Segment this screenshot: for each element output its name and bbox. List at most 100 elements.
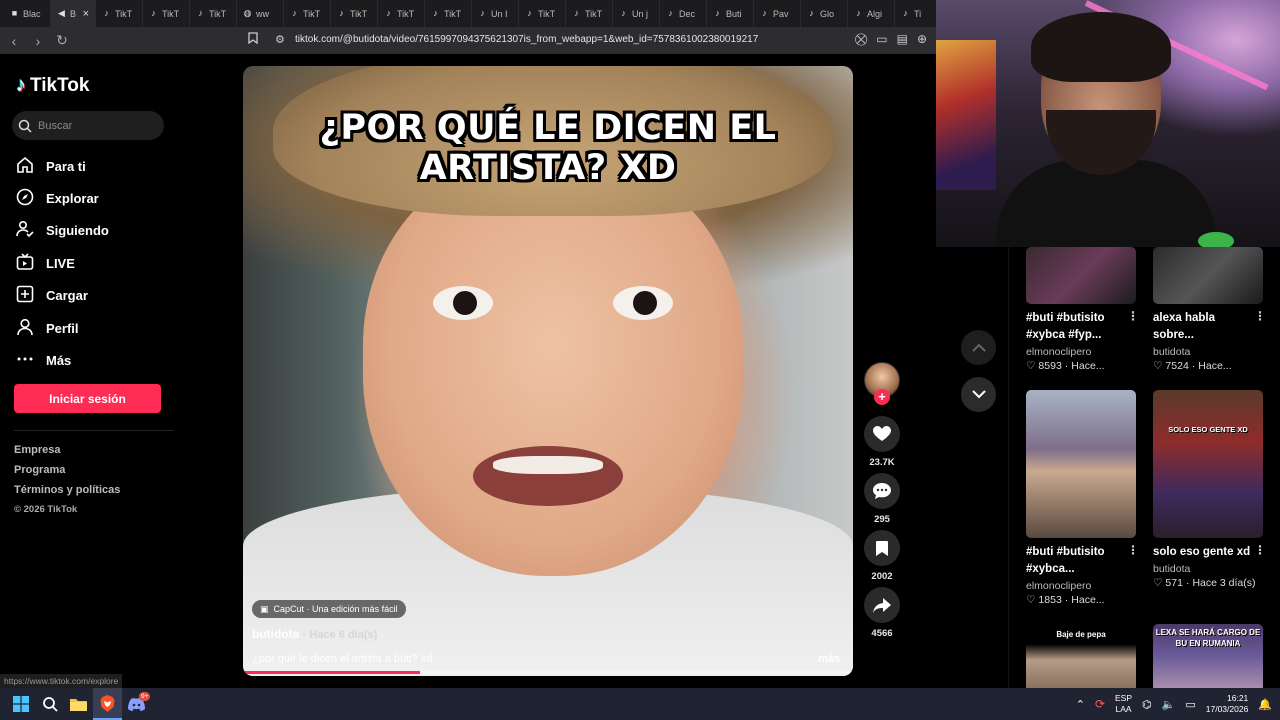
- forward-icon[interactable]: ›: [28, 33, 48, 49]
- site-info-icon[interactable]: ⚙: [275, 33, 285, 46]
- discord-icon[interactable]: 9+: [122, 688, 151, 720]
- rec-title-3[interactable]: #buti #butisito #xybca...: [1026, 544, 1126, 578]
- browser-tab[interactable]: ♪ Un I: [472, 0, 519, 27]
- browser-tab[interactable]: ♪ TikT: [425, 0, 472, 27]
- language-indicator[interactable]: ESP LAA: [1115, 693, 1132, 715]
- volume-icon[interactable]: 🔈: [1162, 698, 1176, 711]
- scroll-up-button[interactable]: [961, 330, 996, 365]
- rec-menu-1-icon[interactable]: ⋮: [1127, 309, 1139, 323]
- rec-time-2: Hace...: [1198, 360, 1232, 372]
- close-tab-icon[interactable]: ×: [83, 8, 89, 20]
- capcut-badge[interactable]: ▣ CapCut · Una edición más fácil: [252, 600, 406, 618]
- clock[interactable]: 16:21 17/03/2026: [1206, 693, 1249, 715]
- brave-browser-icon[interactable]: [93, 688, 122, 720]
- like-button[interactable]: [864, 416, 900, 452]
- browser-tab[interactable]: ♪ TikT: [566, 0, 613, 27]
- address-bar[interactable]: tiktok.com/@butidota/video/7615997094375…: [295, 34, 758, 45]
- browser-tab[interactable]: ♪ TikT: [519, 0, 566, 27]
- tiktok-icon: ♪: [527, 8, 532, 18]
- file-explorer-icon[interactable]: [64, 688, 93, 720]
- like-count: 23.7K: [869, 457, 895, 468]
- browser-tab[interactable]: ♪ TikT: [331, 0, 378, 27]
- video-progress-bar[interactable]: [243, 671, 853, 674]
- rec-thumb-2[interactable]: [1153, 247, 1263, 304]
- tiktok-logo[interactable]: ♪ TikTok: [16, 74, 89, 97]
- zoom-icon[interactable]: ⊕: [917, 32, 927, 47]
- status-url: https://www.tiktok.com/explore: [0, 674, 123, 688]
- rec-author-4[interactable]: butidota: [1153, 563, 1190, 575]
- rec-title-1[interactable]: #buti #butisito #xybca #fyp...: [1026, 310, 1126, 344]
- browser-tab[interactable]: ♪ TikT: [378, 0, 425, 27]
- browser-tab[interactable]: ♪ TikT: [143, 0, 190, 27]
- browser-tab[interactable]: ♪ TikT: [284, 0, 331, 27]
- cast-icon[interactable]: ▭: [876, 32, 887, 47]
- no-translate-icon[interactable]: ⛒: [855, 32, 867, 47]
- rec-author-1[interactable]: elmonoclipero: [1026, 346, 1091, 358]
- network-icon[interactable]: ⌬: [1142, 698, 1152, 711]
- sidebar-item-cargar[interactable]: Cargar: [16, 280, 109, 312]
- rec-time-4: Hace 3 día(s): [1192, 577, 1256, 589]
- rec-thumb-1[interactable]: [1026, 247, 1136, 304]
- scroll-down-button[interactable]: [961, 377, 996, 412]
- browser-tab[interactable]: ♪ Un j: [613, 0, 660, 27]
- sidebar-item-para-ti[interactable]: Para ti: [16, 150, 109, 182]
- windows-start-icon[interactable]: [6, 688, 35, 720]
- footer-link-empresa[interactable]: Empresa: [14, 444, 120, 464]
- tiktok-icon: ♪: [856, 8, 861, 18]
- browser-tab[interactable]: ♪ Algi: [848, 0, 895, 27]
- login-button[interactable]: Iniciar sesión: [14, 384, 161, 413]
- browser-tab[interactable]: ♪ Dec: [660, 0, 707, 27]
- browser-tab[interactable]: ♪ Buti: [707, 0, 754, 27]
- footer-link-programa[interactable]: Programa: [14, 464, 120, 484]
- rec-stats-3: ♡ 1853 · Hace...: [1026, 594, 1105, 606]
- sidebar-item-live[interactable]: LIVE: [16, 247, 109, 279]
- tiktok-icon: ♪: [386, 8, 391, 18]
- battery-icon[interactable]: ▭: [1185, 698, 1195, 711]
- bookmark-icon[interactable]: [248, 32, 258, 47]
- browser-tab[interactable]: ♪ TikT: [96, 0, 143, 27]
- share-count: 4566: [871, 628, 893, 639]
- search-input[interactable]: [38, 119, 148, 132]
- rec-thumb-6[interactable]: LEXA SE HARÁ CARGO DE BU EN RUMANIA: [1153, 624, 1263, 688]
- sidebar-item-explorar[interactable]: Explorar: [16, 182, 109, 214]
- tray-expand-icon[interactable]: ⌃: [1076, 698, 1085, 711]
- browser-tab[interactable]: ◀ B ×: [51, 0, 96, 27]
- browser-tab[interactable]: ♪ TikT: [190, 0, 237, 27]
- browser-tab[interactable]: ♪ Glo: [801, 0, 848, 27]
- save-button[interactable]: [864, 530, 900, 566]
- tiktok-note-icon: ♪: [16, 74, 26, 96]
- heart-outline-icon: ♡: [1026, 360, 1036, 372]
- video-author[interactable]: butidota: [252, 627, 299, 641]
- cam-poster: [936, 40, 996, 190]
- rec-menu-2-icon[interactable]: ⋮: [1254, 309, 1266, 323]
- search-box[interactable]: [12, 111, 164, 140]
- sync-icon[interactable]: ⟳: [1095, 697, 1105, 711]
- comment-button[interactable]: [864, 473, 900, 509]
- rec-thumb-4[interactable]: SOLO ESO GENTE XD: [1153, 390, 1263, 538]
- sidebar-item-m-s[interactable]: Más: [16, 344, 109, 376]
- browser-tab[interactable]: ■ Blac: [4, 0, 51, 27]
- rec-thumb-5[interactable]: Baje de pepa: [1026, 624, 1136, 688]
- rec-title-4[interactable]: solo eso gente xd: [1153, 544, 1263, 561]
- browser-tab[interactable]: ♪ Ti: [895, 0, 942, 27]
- rec-author-2[interactable]: butidota: [1153, 346, 1190, 358]
- rec-thumb-3[interactable]: [1026, 390, 1136, 538]
- share-button[interactable]: [864, 587, 900, 623]
- rec-title-2[interactable]: alexa habla sobre...: [1153, 310, 1253, 344]
- sidebar-item-siguiendo[interactable]: Siguiendo: [16, 215, 109, 247]
- taskbar-search-icon[interactable]: [35, 688, 64, 720]
- reader-icon[interactable]: ▤: [897, 32, 908, 47]
- follow-plus-icon[interactable]: +: [874, 389, 890, 405]
- browser-tab[interactable]: ♪ Pav: [754, 0, 801, 27]
- footer-link-terms[interactable]: Términos y políticas: [14, 484, 120, 504]
- more-link[interactable]: más: [818, 653, 840, 665]
- reload-icon[interactable]: ↻: [52, 32, 72, 49]
- rec-menu-3-icon[interactable]: ⋮: [1127, 543, 1139, 557]
- browser-tab[interactable]: ◍ ww: [237, 0, 284, 27]
- rec-author-3[interactable]: elmonoclipero: [1026, 580, 1091, 592]
- video-player[interactable]: ¿POR QUÉ LE DICEN EL ARTISTA? XD ▣ CapCu…: [243, 66, 853, 676]
- sidebar-item-perfil[interactable]: Perfil: [16, 312, 109, 344]
- notification-icon[interactable]: 🔔: [1258, 698, 1272, 711]
- rec-menu-4-icon[interactable]: ⋮: [1254, 543, 1266, 557]
- back-icon[interactable]: ‹: [4, 33, 24, 49]
